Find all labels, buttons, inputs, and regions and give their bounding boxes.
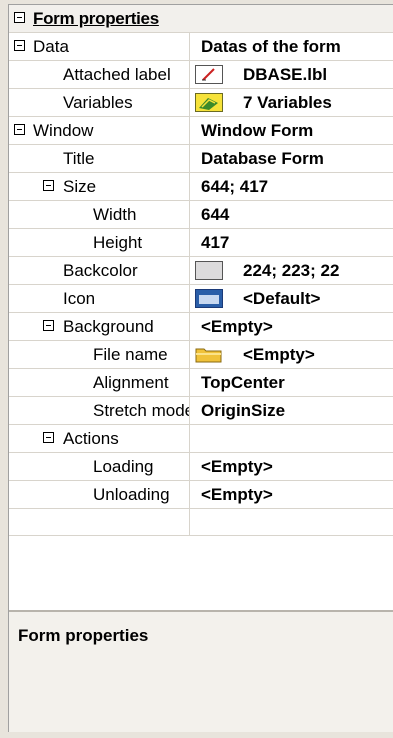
property-row-size[interactable]: Size 644; 417 (9, 173, 393, 201)
property-value: <Empty> (201, 457, 273, 476)
property-row-file-name[interactable]: File name <Empty> (9, 341, 393, 369)
property-value: <Default> (243, 289, 321, 308)
property-row-data[interactable]: Data Datas of the form (9, 33, 393, 61)
property-value: Window Form (201, 121, 314, 140)
property-value: 644; 417 (201, 177, 269, 196)
property-name: Alignment (93, 373, 169, 392)
property-name: Window (33, 121, 94, 140)
property-row-variables[interactable]: Variables 7 Variables (9, 89, 393, 117)
empty-grid-row (9, 509, 393, 536)
property-name: Data (33, 37, 69, 56)
property-value: Database Form (201, 149, 324, 168)
category-label: Form properties (33, 9, 159, 28)
variables-icon (195, 93, 223, 112)
property-value: TopCenter (201, 373, 285, 392)
collapse-toggle-icon[interactable] (43, 180, 54, 191)
property-grid: Form properties Data Datas of the form A… (9, 5, 393, 536)
property-value: DBASE.lbl (243, 65, 328, 84)
property-value: <Empty> (201, 317, 273, 336)
property-value: Datas of the form (201, 37, 341, 56)
category-row-form-properties[interactable]: Form properties (9, 5, 393, 33)
property-value: OriginSize (201, 401, 286, 420)
property-name: Unloading (93, 485, 170, 504)
collapse-toggle-icon[interactable] (43, 320, 54, 331)
description-title: Form properties (18, 626, 149, 645)
property-name: Background (63, 317, 154, 336)
property-row-alignment[interactable]: Alignment TopCenter (9, 369, 393, 397)
property-row-height[interactable]: Height 417 (9, 229, 393, 257)
property-value: 644 (201, 205, 230, 224)
property-grid-panel: Form properties Data Datas of the form A… (8, 4, 393, 733)
collapse-toggle-icon[interactable] (43, 432, 54, 443)
collapse-toggle-icon[interactable] (14, 12, 25, 23)
property-name: Variables (63, 93, 133, 112)
property-value: <Empty> (243, 345, 315, 364)
description-pane: Form properties (9, 610, 393, 733)
collapse-toggle-icon[interactable] (14, 40, 25, 51)
property-row-window[interactable]: Window Window Form (9, 117, 393, 145)
property-name: Height (93, 233, 143, 252)
property-name: Backcolor (63, 261, 138, 280)
property-value: 7 Variables (243, 93, 332, 112)
property-row-width[interactable]: Width 644 (9, 201, 393, 229)
property-value: 224; 223; 22 (243, 261, 340, 280)
property-name: Width (93, 205, 137, 224)
label-file-icon (195, 65, 223, 84)
property-row-icon[interactable]: Icon <Default> (9, 285, 393, 313)
property-row-loading[interactable]: Loading <Empty> (9, 453, 393, 481)
property-name: Loading (93, 457, 154, 476)
panel-bottom-edge (0, 732, 393, 738)
property-row-stretch-mode[interactable]: Stretch mode OriginSize (9, 397, 393, 425)
property-value: <Empty> (201, 485, 273, 504)
property-name: Attached label (63, 65, 171, 84)
property-name: Size (63, 177, 97, 196)
form-icon (195, 289, 223, 308)
property-row-actions[interactable]: Actions (9, 425, 393, 453)
property-name: Title (63, 149, 95, 168)
property-row-backcolor[interactable]: Backcolor 224; 223; 22 (9, 257, 393, 285)
property-row-unloading[interactable]: Unloading <Empty> (9, 481, 393, 509)
property-row-background[interactable]: Background <Empty> (9, 313, 393, 341)
collapse-toggle-icon[interactable] (14, 124, 25, 135)
color-swatch-icon (195, 261, 223, 280)
property-row-title[interactable]: Title Database Form (9, 145, 393, 173)
property-value: 417 (201, 233, 230, 252)
property-name: File name (93, 345, 168, 364)
property-name: Actions (63, 429, 119, 448)
property-row-attached-label[interactable]: Attached label DBASE.lbl (9, 61, 393, 89)
property-name: Stretch mode (93, 401, 190, 420)
property-name: Icon (63, 289, 96, 308)
folder-icon (195, 345, 223, 364)
